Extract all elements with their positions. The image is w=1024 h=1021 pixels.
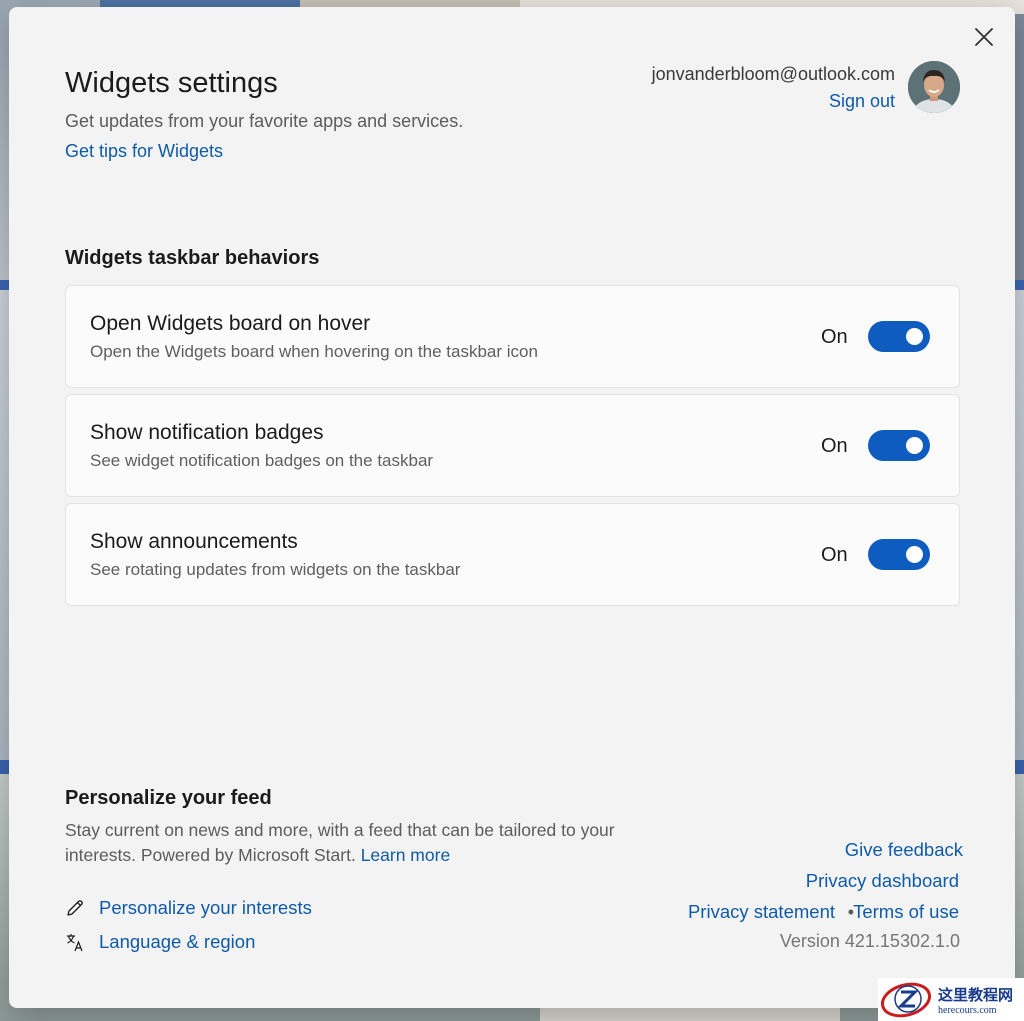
watermark-text: 这里教程网 [938, 985, 1014, 1004]
account-email: jonvanderbloom@outlook.com [651, 64, 895, 84]
close-icon [975, 28, 993, 46]
pencil-icon [65, 898, 85, 918]
toggle-state-label: On [821, 326, 848, 348]
setting-description: Open the Widgets board when hovering on … [90, 342, 538, 361]
setting-card-hover: Open Widgets board on hover Open the Wid… [65, 285, 960, 388]
setting-card-badges: Show notification badges See widget noti… [65, 394, 960, 497]
taskbar-behaviors-heading: Widgets taskbar behaviors [65, 247, 320, 269]
learn-more-link[interactable]: Learn more [361, 845, 451, 865]
feed-description-text: Stay current on news and more, with a fe… [65, 820, 615, 865]
toggle-state-label: On [821, 544, 848, 566]
toggle-knob [906, 546, 923, 563]
watermark-url: herecours.com [938, 1004, 997, 1016]
give-feedback-link[interactable]: Give feedback [845, 839, 963, 861]
sign-out-link[interactable]: Sign out [829, 91, 895, 112]
setting-title: Show notification badges [90, 421, 324, 444]
avatar[interactable] [908, 61, 960, 113]
widgets-settings-dialog: Widgets settings Get updates from your f… [9, 7, 1015, 1008]
language-region-label: Language & region [99, 931, 256, 952]
toggle-knob [906, 328, 923, 345]
link-separator: • [847, 902, 854, 922]
personalize-feed-heading: Personalize your feed [65, 787, 272, 809]
setting-description: See widget notification badges on the ta… [90, 451, 434, 470]
privacy-dashboard-link[interactable]: Privacy dashboard [806, 870, 959, 892]
language-region-link[interactable]: Language & region [65, 931, 255, 953]
setting-card-announcements: Show announcements See rotating updates … [65, 503, 960, 606]
close-button[interactable] [971, 24, 997, 50]
toggle-notification-badges[interactable] [868, 430, 930, 461]
setting-title: Show announcements [90, 530, 298, 553]
personalize-interests-link[interactable]: Personalize your interests [65, 897, 312, 919]
toggle-announcements[interactable] [868, 539, 930, 570]
page-title: Widgets settings [65, 67, 278, 99]
terms-of-use-link[interactable]: Terms of use [853, 901, 959, 923]
site-watermark: 这里教程网 herecours.com [878, 978, 1024, 1021]
personalize-interests-label: Personalize your interests [99, 897, 312, 918]
setting-title: Open Widgets board on hover [90, 312, 371, 335]
language-icon [65, 932, 85, 952]
page-subtitle: Get updates from your favorite apps and … [65, 111, 464, 131]
privacy-statement-link[interactable]: Privacy statement [688, 901, 835, 923]
toggle-knob [906, 437, 923, 454]
version-text: Version 421.15302.1.0 [779, 931, 960, 951]
tips-link[interactable]: Get tips for Widgets [65, 141, 223, 162]
toggle-state-label: On [821, 435, 848, 457]
setting-description: See rotating updates from widgets on the… [90, 560, 461, 579]
toggle-open-on-hover[interactable] [868, 321, 930, 352]
watermark-logo [880, 982, 932, 1018]
feed-description: Stay current on news and more, with a fe… [65, 818, 625, 868]
